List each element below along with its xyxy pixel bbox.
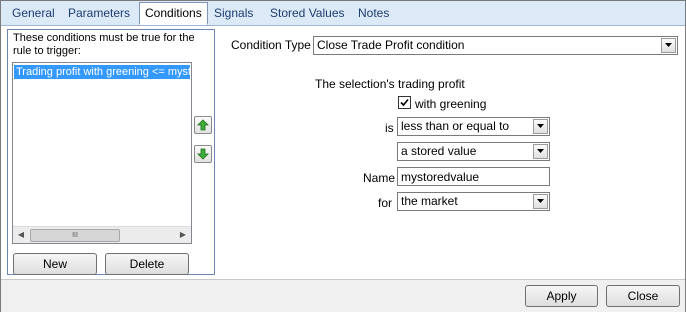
name-field[interactable] [397,167,550,186]
greening-checkbox[interactable] [398,96,411,109]
conditions-list[interactable]: Trading profit with greening <= mystored… [12,62,192,244]
rule-editor-window: General Parameters Conditions Signals St… [0,0,686,312]
value-source-select[interactable]: a stored value [397,142,550,161]
condition-type-value: Close Trade Profit condition [317,38,465,52]
operator-value: less than or equal to [401,119,510,133]
chevron-down-icon[interactable] [533,144,548,159]
dialog-footer: Apply Close [1,279,685,312]
horizontal-scrollbar[interactable]: ◀ III ▶ [13,226,191,243]
move-down-button[interactable] [194,145,212,163]
scroll-left-icon[interactable]: ◀ [13,227,29,243]
greening-label: with greening [415,97,487,111]
is-label: is [385,121,394,135]
chevron-down-icon[interactable] [533,119,548,134]
scroll-thumb[interactable]: III [30,229,120,242]
chevron-down-icon[interactable] [533,194,548,209]
for-select[interactable]: the market [397,192,550,211]
list-item[interactable]: Trading profit with greening <= mystored… [14,65,190,79]
tab-bar: General Parameters Conditions Signals St… [1,1,685,26]
new-button[interactable]: New [13,253,97,275]
tab-notes[interactable]: Notes [353,3,394,23]
move-up-button[interactable] [194,116,212,134]
operator-select[interactable]: less than or equal to [397,117,550,136]
chevron-down-icon[interactable] [661,38,676,53]
name-label: Name [363,171,396,185]
tab-general[interactable]: General [7,3,60,23]
tab-signals[interactable]: Signals [209,3,258,23]
value-source-value: a stored value [401,144,477,158]
tab-stored-values[interactable]: Stored Values [265,3,350,23]
name-input[interactable] [398,168,549,185]
selection-description: The selection's trading profit [315,77,465,91]
condition-type-select[interactable]: Close Trade Profit condition [313,36,678,55]
delete-button[interactable]: Delete [105,253,189,275]
scroll-right-icon[interactable]: ▶ [175,227,191,243]
for-label: for [378,196,393,210]
conditions-caption: These conditions must be true for the ru… [13,32,195,57]
conditions-panel: These conditions must be true for the ru… [1,26,685,279]
tab-conditions[interactable]: Conditions [139,2,208,25]
for-value: the market [401,194,458,208]
arrow-down-icon [197,148,209,160]
apply-button[interactable]: Apply [525,285,598,307]
close-button[interactable]: Close [606,285,680,307]
arrow-up-icon [197,119,209,131]
checkmark-icon [400,98,409,107]
conditions-group: These conditions must be true for the ru… [7,29,215,275]
tab-parameters[interactable]: Parameters [63,3,135,23]
condition-type-label: Condition Type [231,38,311,52]
